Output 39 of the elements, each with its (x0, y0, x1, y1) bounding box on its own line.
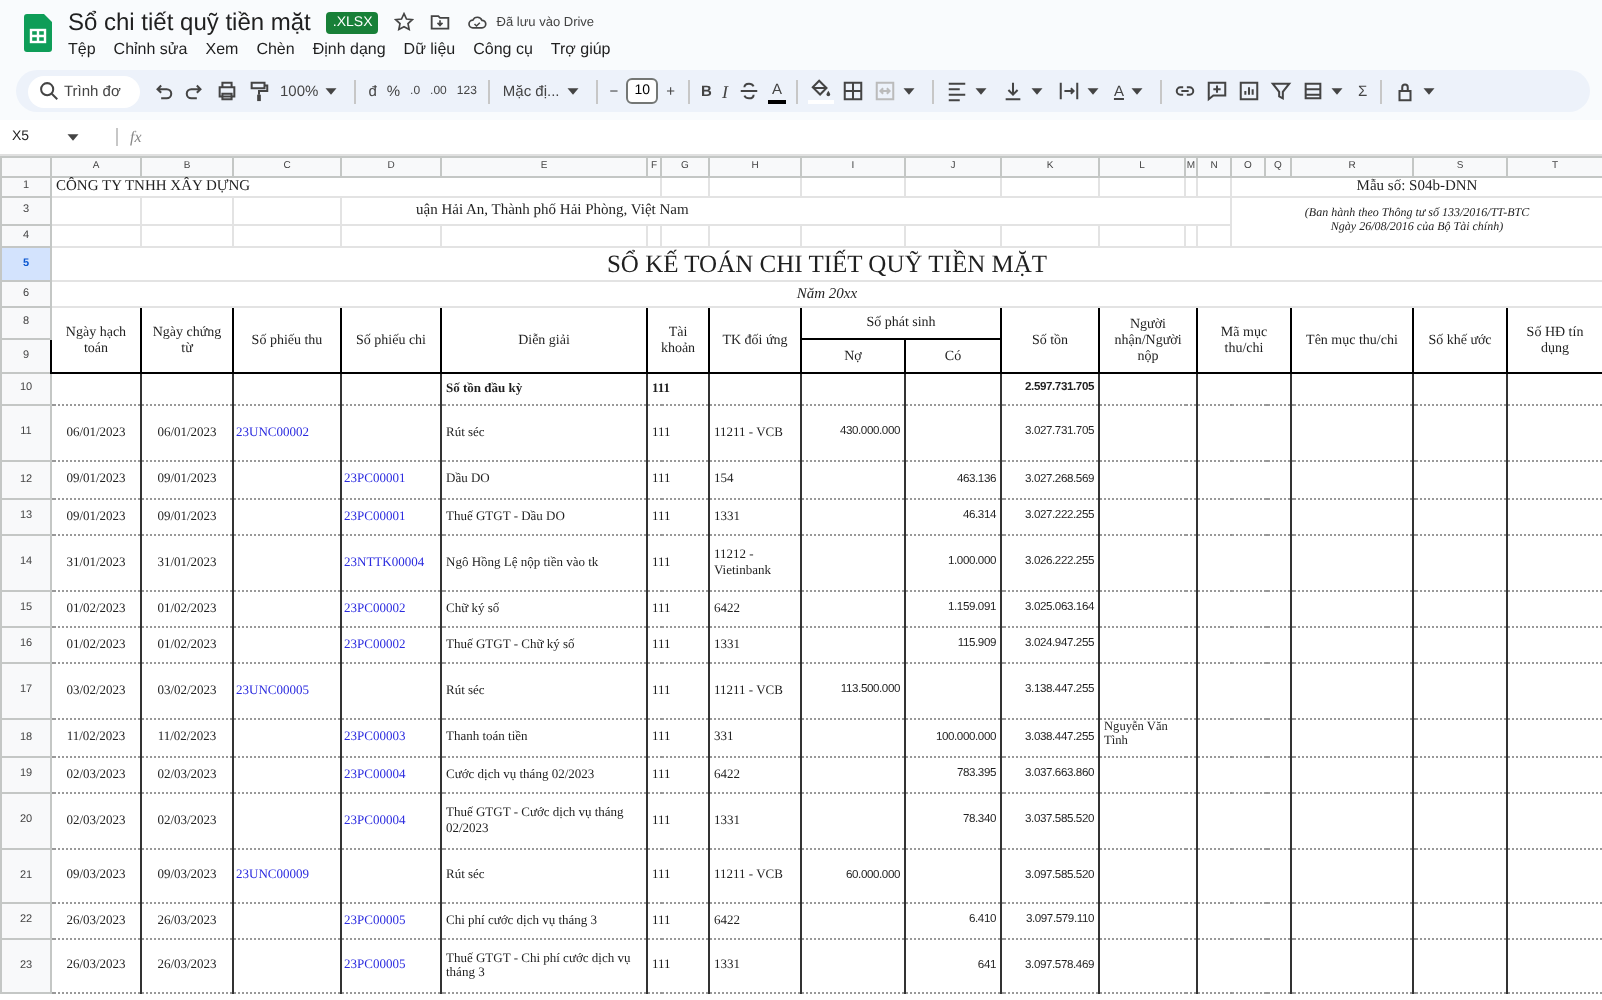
paint-roller-button[interactable] (246, 76, 272, 106)
menu-item[interactable]: Dữ liệu (403, 40, 456, 58)
table-icon (1301, 80, 1324, 102)
italic-button[interactable]: I (719, 76, 730, 106)
print-button[interactable] (214, 76, 240, 106)
menu-item[interactable]: Chỉnh sửa (113, 40, 188, 58)
borders-icon (841, 80, 864, 102)
strikethrough-icon (737, 80, 760, 102)
align-left-icon (945, 80, 968, 102)
vertical-align-icon (1001, 80, 1024, 102)
borders-button[interactable] (839, 76, 866, 106)
folder-icon[interactable] (430, 12, 451, 32)
chart-icon (1237, 80, 1260, 102)
document-title[interactable]: Sổ chi tiết quỹ tiền mặt (68, 8, 311, 36)
menu-item[interactable]: Công cụ (473, 40, 533, 58)
text-wrap-icon (1057, 80, 1080, 102)
star-icon[interactable] (394, 12, 415, 32)
redo-icon (184, 80, 206, 102)
cloud-icon (466, 12, 489, 32)
chart-button[interactable] (1235, 76, 1262, 106)
link-icon (1173, 80, 1196, 102)
comment-button[interactable] (1203, 76, 1230, 106)
formula-label: fx (130, 128, 142, 146)
print-icon (216, 80, 238, 102)
lock-icon (1393, 80, 1416, 102)
comment-icon (1205, 80, 1228, 102)
paint-bucket-button[interactable] (807, 79, 834, 103)
sheet-title: SỔ KẾ TOÁN CHI TIẾT QUỸ TIỀN MẶT (51, 247, 1602, 281)
sheets-logo-icon[interactable] (24, 14, 52, 52)
undo-icon (152, 80, 174, 102)
paint-bucket-icon (809, 78, 832, 100)
paint-roller-icon (248, 80, 270, 102)
filter-icon (1269, 80, 1292, 102)
merge-cells-icon (873, 80, 896, 102)
menu-item[interactable]: Chèn (256, 40, 295, 58)
menu-item[interactable]: Định dạng (312, 40, 386, 58)
menu-item[interactable]: Tệp (68, 40, 96, 58)
menu-item[interactable]: Xem (205, 40, 239, 58)
menu-item[interactable]: Trợ giúp (550, 40, 611, 58)
